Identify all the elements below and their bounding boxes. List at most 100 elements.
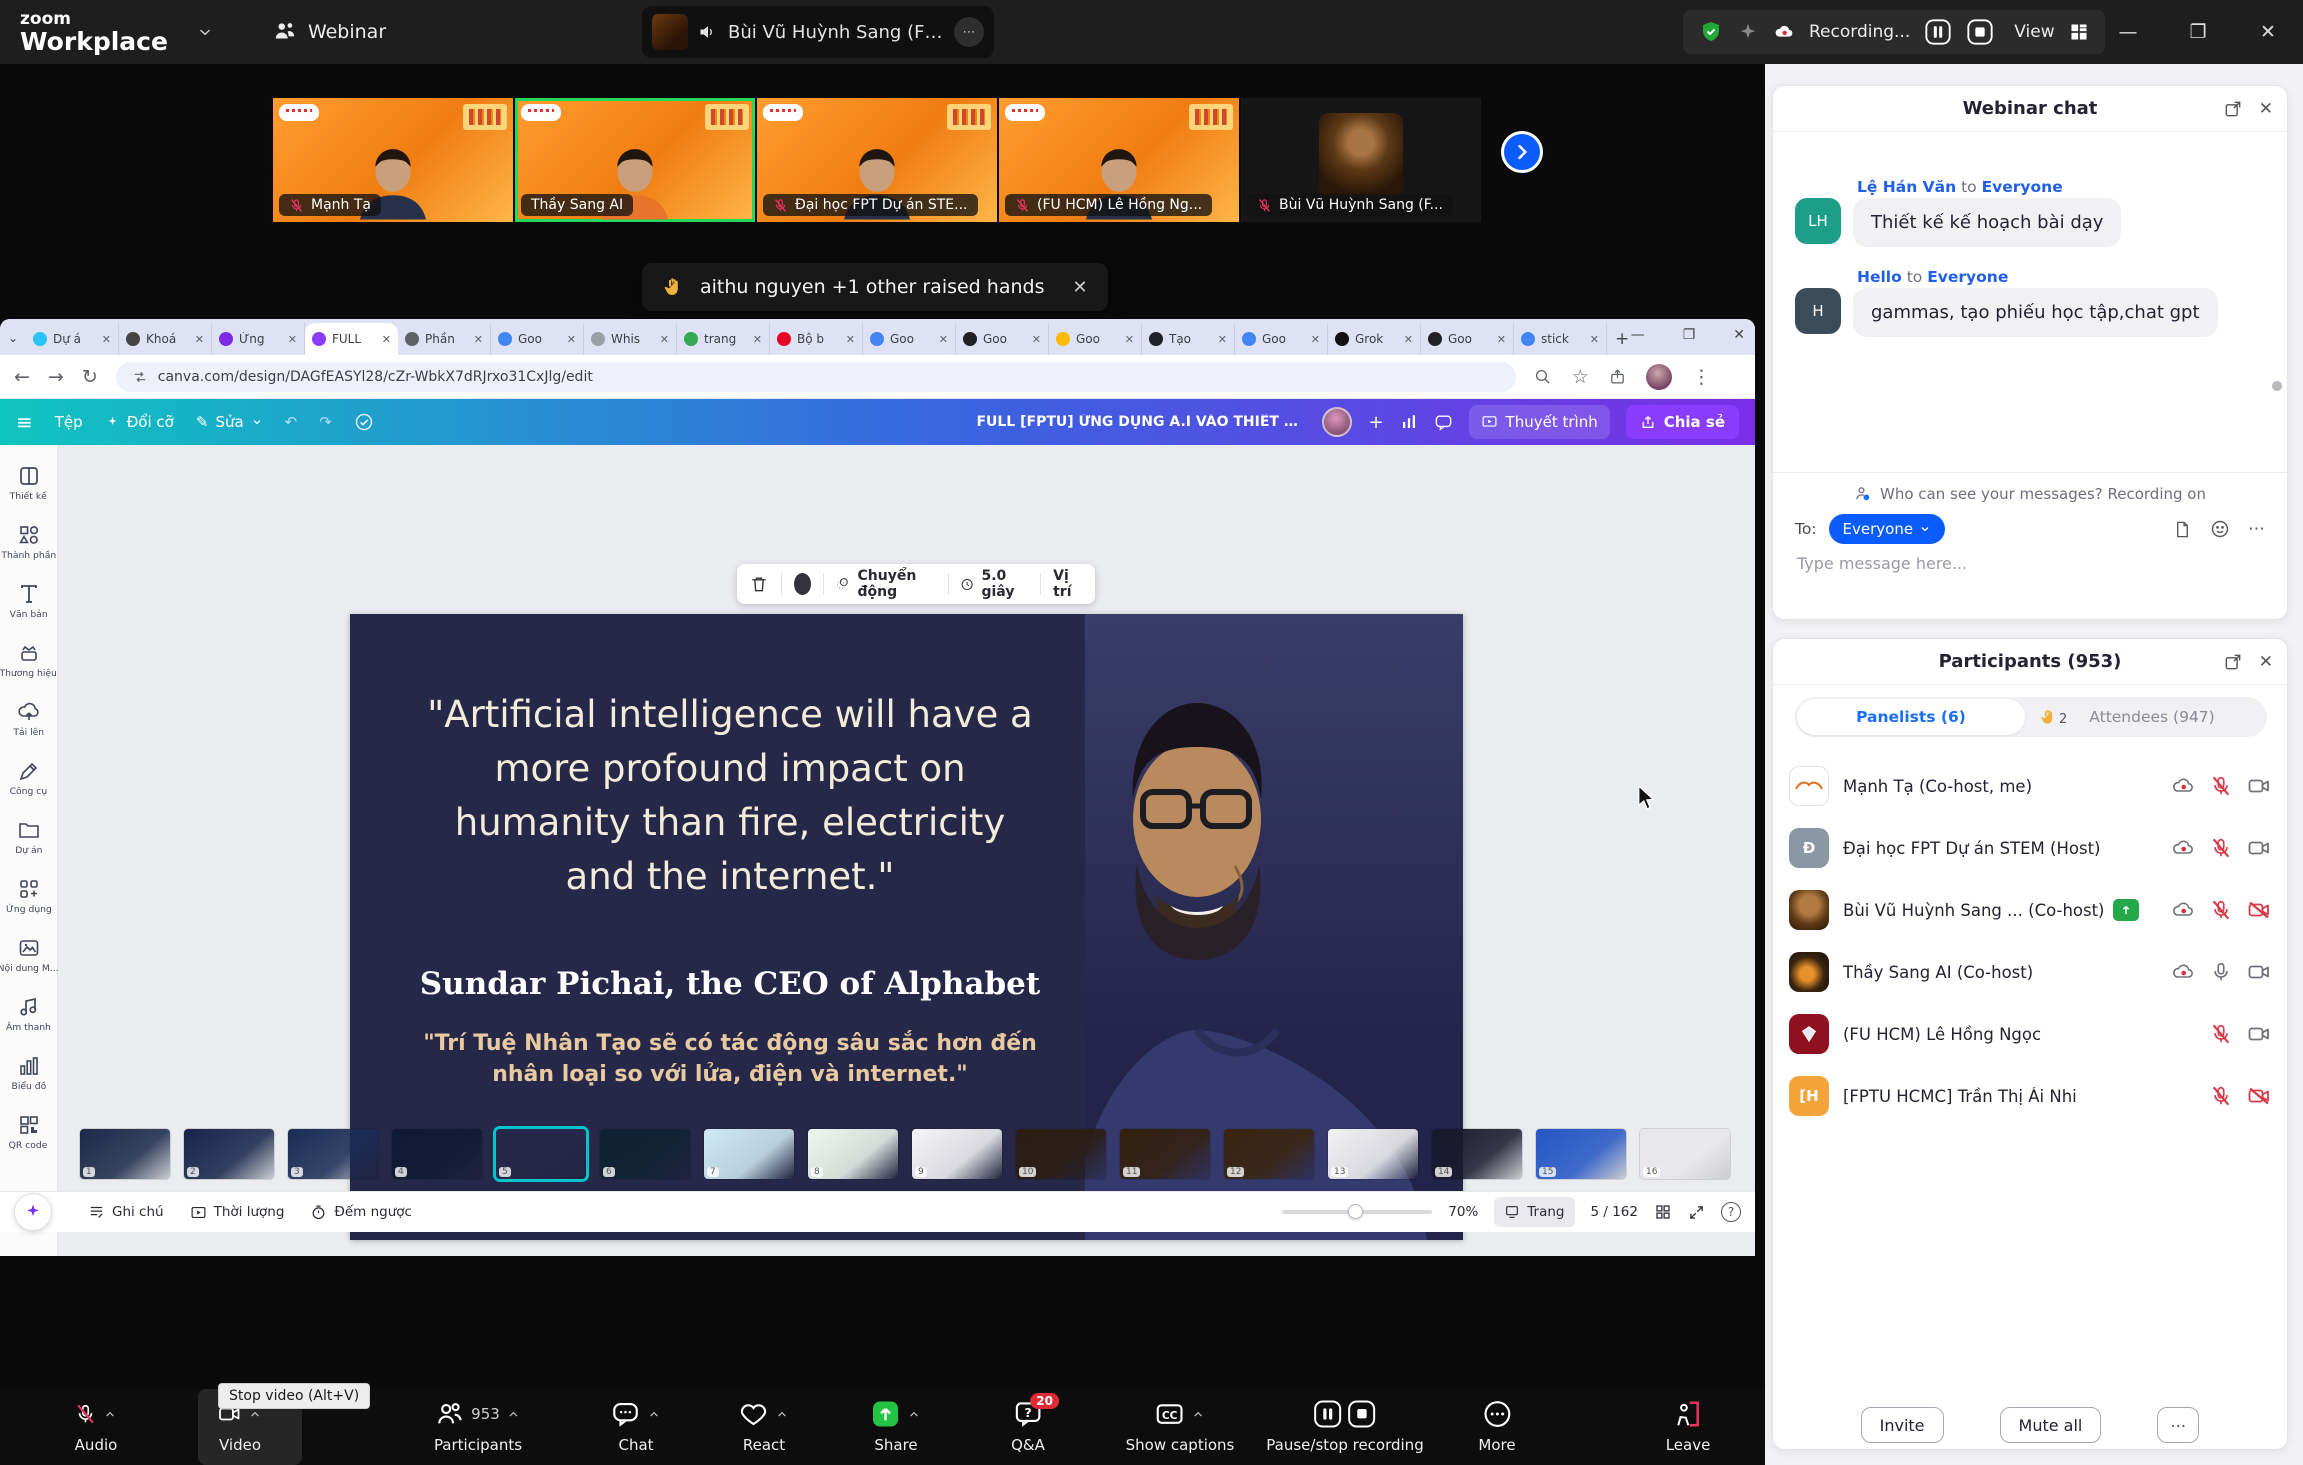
- canva-user-avatar[interactable]: [1322, 407, 1352, 437]
- edit-menu[interactable]: ✎ Sửa: [196, 413, 263, 431]
- stop-recording-button[interactable]: [1966, 18, 1994, 46]
- page-thumbnail[interactable]: 8: [808, 1129, 898, 1179]
- recipient-selector[interactable]: Everyone: [1829, 514, 1946, 544]
- browser-tab[interactable]: Whis✕: [584, 323, 677, 355]
- file-menu[interactable]: Tệp: [55, 413, 83, 431]
- restore-button[interactable]: ❐: [2163, 0, 2233, 64]
- emoji-icon[interactable]: [2210, 519, 2230, 539]
- sidebar-item-projects[interactable]: Dự án: [0, 807, 57, 866]
- delete-icon[interactable]: [749, 574, 769, 594]
- browser-restore-button[interactable]: ❐: [1683, 327, 1696, 343]
- tab-close-icon[interactable]: ✕: [1497, 333, 1506, 346]
- browser-tab[interactable]: Goo✕: [956, 323, 1049, 355]
- hamburger-menu-icon[interactable]: ≡: [16, 410, 33, 434]
- sidebar-item-uploads[interactable]: Tải lên: [0, 689, 57, 748]
- undo-icon[interactable]: ↶: [285, 413, 298, 431]
- page-thumbnail[interactable]: 13: [1328, 1129, 1418, 1179]
- fullscreen-icon[interactable]: [1688, 1204, 1705, 1221]
- position-button[interactable]: Vị trí: [1053, 568, 1083, 600]
- browser-tab[interactable]: Dự á✕: [26, 323, 119, 355]
- tab-close-icon[interactable]: ✕: [288, 333, 297, 346]
- page-thumbnail[interactable]: 16: [1640, 1129, 1730, 1179]
- participants-more-button[interactable]: ⋯: [2157, 1407, 2199, 1443]
- sidebar-item-audio[interactable]: Âm thanh: [0, 984, 57, 1043]
- toolbar-participants-button[interactable]: 953Participants: [434, 1394, 522, 1454]
- notes-button[interactable]: Ghi chú: [88, 1204, 164, 1221]
- browser-tab[interactable]: Grok✕: [1328, 323, 1421, 355]
- browser-tab[interactable]: Goo✕: [491, 323, 584, 355]
- toolbar-record-button[interactable]: Pause/stop recording: [1266, 1394, 1423, 1454]
- tab-close-icon[interactable]: ✕: [846, 333, 855, 346]
- toolbar-audio-button[interactable]: Audio: [75, 1394, 118, 1454]
- ai-companion-icon[interactable]: [1737, 21, 1759, 43]
- page-thumbnail[interactable]: 12: [1224, 1129, 1314, 1179]
- chat-close-icon[interactable]: ✕: [2259, 99, 2273, 119]
- redo-icon[interactable]: ↷: [319, 413, 332, 431]
- participant-row[interactable]: Thầy Sang AI (Co-host): [1773, 943, 2287, 1001]
- duration-button[interactable]: 5.0 giây: [960, 568, 1028, 600]
- design-title[interactable]: FULL [FPTU] ỨNG DỤNG A.I VÀO THIẾT KẾ, T…: [976, 414, 1306, 430]
- grid-view-icon[interactable]: [1654, 1203, 1672, 1221]
- sidebar-item-content[interactable]: Nội dung M...: [0, 925, 57, 984]
- pause-recording-button[interactable]: [1924, 18, 1952, 46]
- page-thumbnail[interactable]: 5: [496, 1129, 586, 1179]
- slide-translation-text[interactable]: "Trí Tuệ Nhân Tạo sẽ có tác động sâu sắc…: [390, 1028, 1070, 1090]
- browser-tab[interactable]: Goo✕: [1421, 323, 1514, 355]
- browser-minimize-button[interactable]: —: [1631, 327, 1645, 343]
- zoom-slider[interactable]: [1282, 1210, 1432, 1214]
- share-design-button[interactable]: Chia sẻ: [1626, 405, 1739, 439]
- duration-status-button[interactable]: Thời lượng: [190, 1204, 285, 1221]
- magic-assistant-button[interactable]: [14, 1193, 52, 1231]
- sidebar-item-tools[interactable]: Công cụ: [0, 748, 57, 807]
- sidebar-item-design[interactable]: Thiết kế: [0, 453, 57, 512]
- participant-row[interactable]: Mạnh Tạ (Co-host, me): [1773, 757, 2287, 815]
- notification-close-icon[interactable]: ✕: [1072, 277, 1087, 298]
- tab-close-icon[interactable]: ✕: [382, 333, 391, 346]
- chat-scrollbar[interactable]: [2272, 381, 2282, 391]
- chevron-up-icon[interactable]: [103, 1407, 118, 1422]
- tab-search-chevron-icon[interactable]: ⌄: [8, 331, 18, 345]
- chat-input[interactable]: Type message here...: [1797, 554, 1967, 573]
- video-tile[interactable]: Mạnh Tạ: [273, 98, 513, 222]
- participant-row[interactable]: Bùi Vũ Huỳnh Sang ... (Co-host): [1773, 881, 2287, 939]
- attach-file-icon[interactable]: [2173, 520, 2192, 539]
- close-button[interactable]: ✕: [2233, 0, 2303, 64]
- page-thumbnail[interactable]: 3: [288, 1129, 378, 1179]
- video-tile[interactable]: (FU HCM) Lê Hồng Ng...: [999, 98, 1239, 222]
- security-shield-icon[interactable]: [1699, 20, 1723, 44]
- back-icon[interactable]: ←: [14, 366, 30, 388]
- chevron-up-icon[interactable]: [506, 1407, 521, 1422]
- tab-close-icon[interactable]: ✕: [939, 333, 948, 346]
- page-thumbnail[interactable]: 2: [184, 1129, 274, 1179]
- toolbar-chat-button[interactable]: Chat: [611, 1394, 662, 1454]
- page-thumbnail[interactable]: 4: [392, 1129, 482, 1179]
- tab-close-icon[interactable]: ✕: [474, 333, 483, 346]
- share-page-icon[interactable]: [1609, 368, 1626, 385]
- browser-tab[interactable]: Khoá✕: [119, 323, 212, 355]
- participants-popout-icon[interactable]: [2223, 652, 2243, 672]
- browser-close-button[interactable]: ✕: [1733, 327, 1745, 343]
- sidebar-item-text[interactable]: Văn bản: [0, 571, 57, 630]
- raised-hands-indicator[interactable]: 2: [2039, 707, 2067, 727]
- chevron-down-icon[interactable]: [196, 23, 214, 41]
- bookmark-star-icon[interactable]: ☆: [1572, 366, 1589, 388]
- browser-tab[interactable]: Bộ b✕: [770, 323, 863, 355]
- chevron-up-icon[interactable]: [907, 1407, 922, 1422]
- meeting-tab[interactable]: Bùi Vũ Huỳnh Sang (FPTU)'s s ⋯: [642, 6, 994, 58]
- browser-menu-icon[interactable]: ⋮: [1692, 366, 1711, 388]
- browser-tab[interactable]: trang✕: [677, 323, 770, 355]
- browser-tab[interactable]: Phần✕: [398, 323, 491, 355]
- zoom-search-icon[interactable]: [1534, 368, 1552, 386]
- browser-tab[interactable]: Goo✕: [1235, 323, 1328, 355]
- minimize-button[interactable]: —: [2093, 0, 2163, 64]
- next-page-videos-button[interactable]: [1501, 131, 1543, 173]
- page-thumbnail[interactable]: 9: [912, 1129, 1002, 1179]
- toolbar-more-button[interactable]: More: [1478, 1394, 1515, 1454]
- tab-close-icon[interactable]: ✕: [1125, 333, 1134, 346]
- chat-more-icon[interactable]: ⋯: [2248, 519, 2265, 539]
- countdown-button[interactable]: Đếm ngược: [310, 1204, 412, 1221]
- slide-attribution-text[interactable]: Sundar Pichai, the CEO of Alphabet: [390, 966, 1070, 1002]
- participant-row[interactable]: [H[FPTU HCMC] Trần Thị Ái Nhi: [1773, 1067, 2287, 1125]
- page-thumbnail[interactable]: 15: [1536, 1129, 1626, 1179]
- forward-icon[interactable]: →: [48, 366, 64, 388]
